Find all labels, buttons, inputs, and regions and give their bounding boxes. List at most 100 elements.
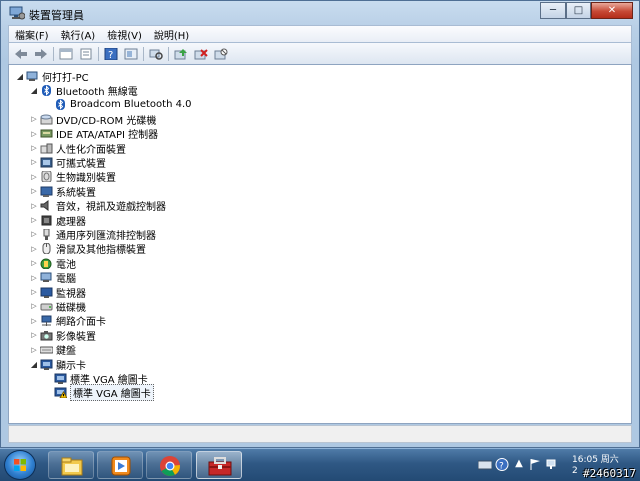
expand-arrow-icon[interactable]: ▷ (29, 274, 39, 282)
expand-arrow-icon[interactable]: ▷ (29, 158, 39, 166)
list-icon[interactable] (78, 47, 94, 61)
uninstall-icon[interactable] (193, 47, 209, 61)
menu-action[interactable]: 執行(A) (55, 27, 102, 42)
tree-node[interactable]: ▷ 網路介面卡 (29, 314, 106, 328)
expand-arrow-icon[interactable]: ▷ (29, 346, 39, 354)
expand-arrow-icon[interactable]: ▷ (29, 245, 39, 253)
tree-node[interactable]: ▷ 處理器 (29, 213, 86, 228)
taskbar-media-player-button[interactable] (97, 451, 143, 479)
disable-icon[interactable] (213, 47, 229, 61)
tree-node-label: 音效，視訊及遊戲控制器 (56, 202, 166, 214)
forward-icon[interactable] (33, 47, 49, 61)
taskbar-chrome-button[interactable] (146, 451, 192, 479)
tree-node[interactable]: ▷ DVD/CD-ROM 光碟機 (29, 112, 156, 127)
menu-file[interactable]: 檔案(F) (9, 27, 55, 42)
clock-date[interactable]: 2 (572, 466, 578, 476)
expand-arrow-icon[interactable]: ▷ (29, 144, 39, 152)
update-driver-icon[interactable] (173, 47, 189, 61)
processor-icon (41, 215, 52, 225)
menu-view[interactable]: 檢視(V) (101, 27, 148, 42)
taskbar-explorer-button[interactable] (48, 451, 94, 479)
expand-arrow-icon[interactable]: ▷ (29, 317, 39, 325)
tree-node[interactable]: ▷ 人性化介面裝置 (29, 141, 126, 156)
network-adapter-icon (41, 315, 52, 327)
scan-hardware-icon[interactable] (148, 47, 164, 61)
tree-node[interactable]: ▷ 電池 (29, 256, 76, 271)
title-bar[interactable]: 裝置管理員 ─ □ ✕ (1, 1, 639, 25)
expand-arrow-icon[interactable]: ▷ (29, 173, 39, 181)
tree-node-label: 監視器 (56, 288, 86, 300)
expand-arrow-icon[interactable]: ▷ (29, 259, 39, 267)
tree-node[interactable]: ◢ 顯示卡 (29, 357, 86, 372)
taskbar-device-manager-button[interactable] (196, 451, 242, 479)
tree-node[interactable]: 標準 VGA 繪圖卡 (43, 384, 154, 402)
tree-node[interactable]: ▷ 可攜式裝置 (29, 155, 106, 170)
device-manager-window: 裝置管理員 ─ □ ✕ 檔案(F) 執行(A) 檢視(V) 說明(H) ? ◢ 何… (0, 0, 640, 448)
collapse-arrow-icon[interactable]: ◢ (29, 86, 39, 95)
tree-node-label: 處理器 (56, 216, 86, 228)
tree-node[interactable]: ▷ 通用序列匯流排控制器 (29, 227, 156, 242)
tree-node[interactable]: ▷ 影像裝置 (29, 328, 96, 343)
tree-node[interactable]: ▷ 磁碟機 (29, 299, 86, 314)
taskbar: ? ▲ 16:05 周六 2 #2460317 (0, 448, 640, 481)
display-adapter-icon (54, 373, 67, 384)
start-button[interactable] (4, 450, 36, 480)
monitor-icon (40, 287, 53, 298)
help-icon[interactable]: ? (495, 458, 509, 472)
expand-arrow-icon[interactable]: ▷ (29, 187, 39, 195)
tree-node-label: 人性化介面裝置 (56, 144, 126, 156)
tree-node[interactable]: ◢ Bluetooth 無線電 (29, 83, 138, 98)
dvd-drive-icon (40, 114, 53, 125)
media-player-icon (111, 456, 131, 476)
minimize-button[interactable]: ─ (540, 2, 566, 19)
view-icon[interactable] (123, 47, 139, 61)
expand-arrow-icon[interactable]: ▷ (29, 230, 39, 238)
network-icon[interactable] (545, 458, 559, 471)
tree-node[interactable]: ▷ 滑鼠及其他指標裝置 (29, 242, 146, 256)
system-device-icon (40, 186, 53, 197)
properties-panel-icon[interactable] (58, 47, 74, 61)
windows-logo-icon (14, 459, 26, 471)
tree-node-label: 網路介面卡 (56, 317, 106, 329)
tree-node-label: 顯示卡 (56, 360, 86, 372)
tree-node-label: 何打打-PC (42, 72, 89, 84)
keyboard-icon[interactable] (477, 458, 493, 471)
expand-arrow-icon[interactable]: ▷ (29, 130, 39, 138)
tree-node-label: 標準 VGA 繪圖卡 (70, 384, 154, 402)
tree-node[interactable]: ◢ 何打打-PC (15, 69, 89, 84)
expand-arrow-icon[interactable]: ▷ (29, 216, 39, 224)
tree-node-label: 生物識別裝置 (56, 173, 116, 185)
expand-arrow-icon[interactable]: ▷ (29, 302, 39, 310)
expand-arrow-icon[interactable]: ▷ (29, 331, 39, 339)
tree-node-label: 影像裝置 (56, 331, 96, 343)
imaging-device-icon (40, 330, 53, 341)
expand-arrow-icon[interactable]: ▷ (29, 202, 39, 210)
bluetooth-icon (42, 84, 51, 96)
flag-icon[interactable] (528, 458, 542, 471)
tree-node[interactable]: Broadcom Bluetooth 4.0 (43, 98, 192, 112)
collapse-arrow-icon[interactable]: ◢ (29, 360, 39, 369)
back-icon[interactable] (13, 47, 29, 61)
menu-help[interactable]: 說明(H) (148, 27, 195, 42)
tree-node[interactable]: ▷ 音效，視訊及遊戲控制器 (29, 199, 166, 213)
status-bar (8, 425, 632, 443)
tree-node-label: Broadcom Bluetooth 4.0 (70, 99, 192, 111)
collapse-arrow-icon[interactable]: ◢ (15, 72, 25, 81)
toolbar-separator (143, 46, 144, 61)
chevron-up-icon[interactable]: ▲ (512, 458, 526, 471)
maximize-button[interactable]: □ (566, 2, 591, 19)
tree-node[interactable]: ▷ 電腦 (29, 271, 76, 285)
tree-node[interactable]: ▷ 系統裝置 (29, 184, 96, 199)
windows-explorer-icon (61, 457, 83, 476)
clock-time[interactable]: 16:05 周六 (572, 452, 619, 465)
tree-node[interactable]: ▷ IDE ATA/ATAPI 控制器 (29, 127, 158, 141)
tree-node[interactable]: ▷ 生物識別裝置 (29, 170, 116, 184)
close-button[interactable]: ✕ (591, 2, 633, 19)
tree-node[interactable]: 標準 VGA 繪圖卡 (43, 371, 148, 386)
help-icon[interactable]: ? (103, 47, 119, 61)
tree-node[interactable]: ▷ 鍵盤 (29, 343, 76, 358)
chrome-icon (160, 456, 180, 477)
expand-arrow-icon[interactable]: ▷ (29, 288, 39, 296)
expand-arrow-icon[interactable]: ▷ (29, 115, 39, 123)
tree-node[interactable]: ▷ 監視器 (29, 285, 86, 300)
